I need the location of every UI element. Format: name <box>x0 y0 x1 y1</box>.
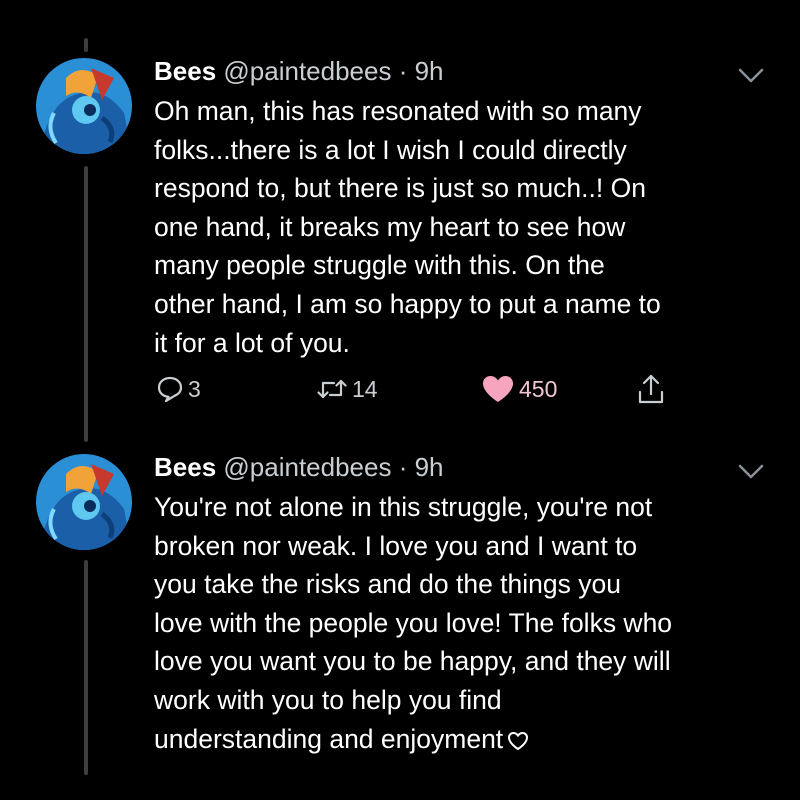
timestamp[interactable]: 9h <box>415 452 444 482</box>
timestamp[interactable]: 9h <box>415 56 444 86</box>
separator: · <box>391 56 415 86</box>
retweet-count: 14 <box>352 375 378 402</box>
retweet-icon <box>317 379 347 399</box>
tweet-1[interactable]: Bees @paintedbees · 9h Oh man, this has … <box>0 0 800 440</box>
tweet-header: Bees @paintedbees · 9h <box>154 56 444 86</box>
heart-outline-icon <box>507 723 529 762</box>
heart-filled-icon <box>483 376 513 402</box>
author-name[interactable]: Bees <box>154 452 216 482</box>
tweet-header: Bees @paintedbees · 9h <box>154 452 444 482</box>
like-count: 450 <box>519 375 558 402</box>
reply-count: 3 <box>188 375 201 402</box>
avatar-icon[interactable] <box>36 58 132 154</box>
reply-icon <box>157 376 183 403</box>
share-button[interactable] <box>637 369 665 409</box>
like-button[interactable]: 450 <box>481 369 557 409</box>
separator: · <box>391 452 415 482</box>
tweet-text-body: You're not alone in this struggle, you'r… <box>154 492 673 754</box>
reply-button[interactable]: 3 <box>156 369 201 409</box>
chevron-down-icon[interactable] <box>736 66 766 86</box>
author-handle[interactable]: @paintedbees <box>223 452 391 482</box>
avatar-icon[interactable] <box>36 454 132 550</box>
tweet-text: Oh man, this has resonated with so many … <box>154 96 661 358</box>
chevron-down-icon[interactable] <box>736 462 766 482</box>
tweet-actions: 3 14 450 <box>154 369 774 409</box>
retweet-button[interactable]: 14 <box>316 369 378 409</box>
share-icon <box>638 374 664 404</box>
tweet-2[interactable]: Bees @paintedbees · 9h You're not alone … <box>0 440 800 800</box>
author-name[interactable]: Bees <box>154 56 216 86</box>
author-handle[interactable]: @paintedbees <box>223 56 391 86</box>
tweet-text: You're not alone in this struggle, you'r… <box>154 488 774 761</box>
